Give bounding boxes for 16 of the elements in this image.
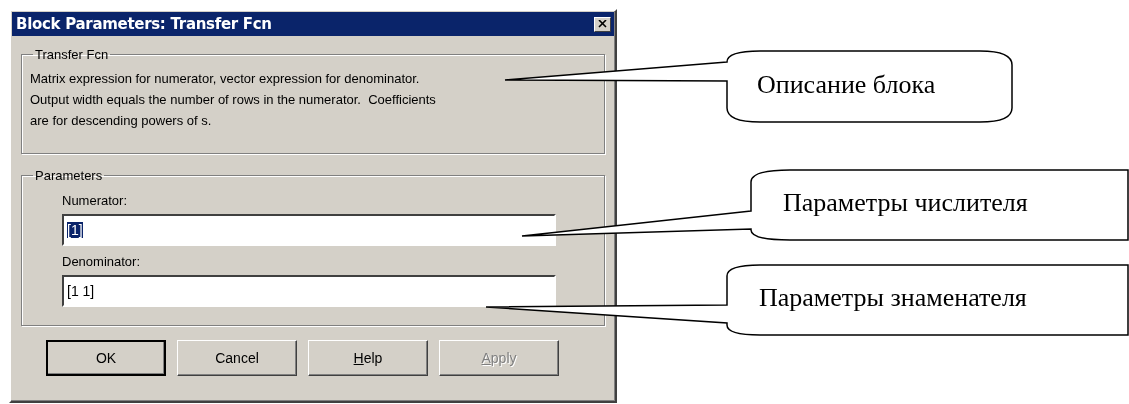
input-field[interactable]: [1 1] <box>62 275 556 307</box>
dialog-button[interactable]: Help <box>308 340 428 376</box>
field-label: Denominator: <box>62 254 142 269</box>
field-label: Numerator: <box>62 193 129 208</box>
input-field[interactable]: [1] <box>62 214 556 246</box>
group-title: Transfer Fcn <box>34 47 110 62</box>
dialog-button[interactable]: OK <box>46 340 166 376</box>
group-title: Parameters <box>34 168 104 183</box>
dialog-button[interactable]: Cancel <box>177 340 297 376</box>
callout-text: Параметры числителя <box>783 188 1028 218</box>
block-description: Matrix expression for numerator, vector expression for denominator. Output width equals the number of rows in the numerator. Coefficients are for descending powers of s. <box>30 70 437 130</box>
window-title: Block Parameters: Transfer Fcn <box>16 15 272 33</box>
callout-text: Описание блока <box>757 70 936 100</box>
close-icon <box>598 20 607 28</box>
close-button[interactable] <box>594 16 611 32</box>
callout-text: Параметры знаменателя <box>759 283 1027 313</box>
